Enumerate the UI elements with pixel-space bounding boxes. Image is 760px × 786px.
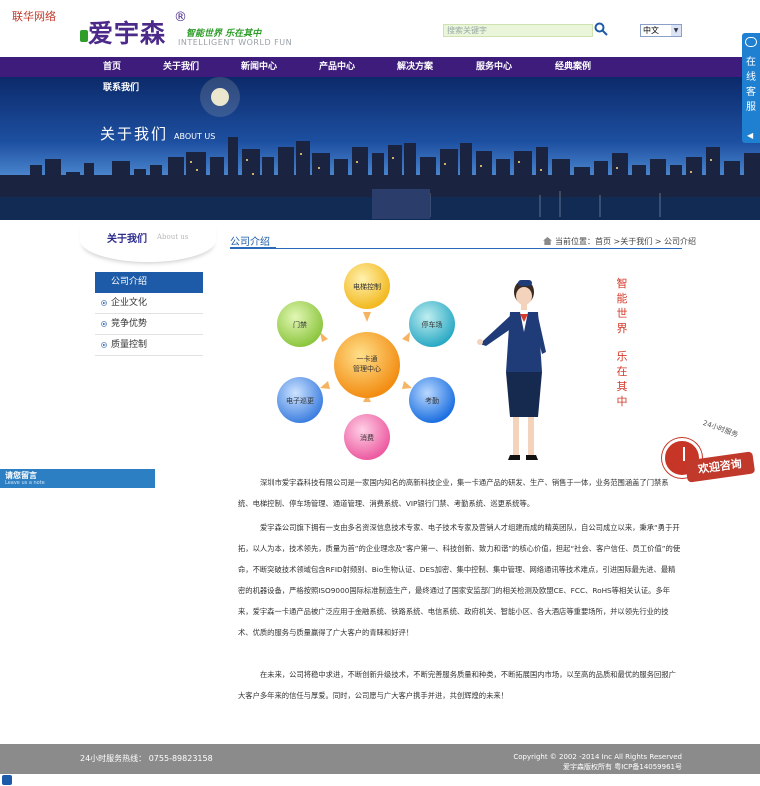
nav-item-about[interactable]: 关于我们	[157, 57, 205, 77]
logo-mark	[80, 30, 88, 42]
logo-name: 爱宇森	[88, 19, 167, 48]
chat-icon	[745, 37, 757, 47]
arrow-bullet-icon	[101, 300, 107, 306]
receptionist-image	[477, 280, 546, 460]
footer: 24小时服务热线： 0755-89823158 Copyright © 2002…	[0, 744, 760, 774]
logo[interactable]: 爱宇森 ® 智能世界 乐在其中 INTELLIGENT WORLD FUN	[80, 10, 300, 48]
nav-item-news[interactable]: 新闻中心	[235, 57, 283, 77]
center-node-label-1: 一卡通	[357, 354, 378, 363]
footer-icp[interactable]: 爱宇森版权所有 粤ICP备14059961号	[513, 762, 682, 772]
banner-subtitle: ABOUT US	[174, 132, 216, 141]
online-service-tab[interactable]: 在线客服 ◀	[742, 33, 760, 143]
content-divider	[230, 248, 682, 249]
nav-item-products[interactable]: 产品中心	[313, 57, 361, 77]
sidebar-title-en: About us	[157, 233, 189, 241]
city-skyline-image	[0, 77, 760, 220]
leave-message-button[interactable]: 请您留言 Leave us a note	[0, 469, 155, 488]
node-label: 电梯控制	[353, 282, 381, 291]
sidebar-item-label: 竞争优势	[111, 319, 148, 329]
search-icon[interactable]	[594, 22, 608, 36]
stats-icon[interactable]	[2, 775, 12, 785]
node-label: 停车场	[422, 320, 443, 329]
top-note: 联华网络	[12, 10, 56, 23]
collapse-arrow-icon[interactable]: ◀	[747, 131, 753, 140]
nav-item-service[interactable]: 服务中心	[470, 57, 518, 77]
nav-item-solutions[interactable]: 解决方案	[391, 57, 439, 77]
language-select[interactable]: 中文 ▼	[640, 24, 682, 37]
sidebar-title: 关于我们	[107, 234, 147, 245]
banner-title: 关于我们	[100, 125, 169, 143]
node-label: 门禁	[293, 320, 307, 329]
leave-message-label-en: Leave us a note	[5, 480, 45, 486]
intro-paragraph-3: 在未来，公司将稳中求进，不断创新升级技术，不断完善服务质量和种类，不断拓展国内市…	[238, 670, 676, 700]
node-label: 电子巡更	[286, 396, 314, 405]
sidebar-item-company-intro[interactable]: 公司介绍	[95, 272, 203, 293]
language-selected: 中文	[643, 26, 659, 35]
sidebar-item-label: 公司介绍	[111, 277, 148, 287]
arrow-bullet-icon	[101, 321, 107, 327]
nav-item-cases[interactable]: 经典案例	[549, 57, 597, 77]
sidebar-header	[80, 222, 216, 262]
search-input[interactable]: 搜索关键字	[443, 24, 593, 37]
intro-paragraph-1: 深圳市爱宇森科技有限公司是一家国内知名的高新科技企业，集一卡通产品的研发、生产、…	[238, 478, 669, 508]
nav-item-home[interactable]: 首页	[96, 57, 128, 77]
page: 联华网络 爱宇森 ® 智能世界 乐在其中 INTELLIGENT WORLD F…	[0, 0, 760, 786]
sidebar-item-culture[interactable]: 企业文化	[95, 293, 203, 314]
main-nav: 首页 关于我们 新闻中心 产品中心 解决方案 服务中心 经典案例	[0, 57, 760, 77]
logo-english: INTELLIGENT WORLD FUN	[178, 38, 293, 47]
intro-paragraph-2: 爱宇森公司旗下拥有一支由多名资深信息技术专家、电子技术专家及营销人才组建而成的精…	[238, 523, 681, 637]
center-node-label-2: 管理中心	[353, 364, 381, 373]
footer-copyright: Copyright © 2002 -2014 Inc All Rights Re…	[513, 753, 682, 761]
sidebar-item-label: 质量控制	[111, 340, 148, 350]
breadcrumb: 当前位置：首页 >关于我们 > 公司介绍	[543, 236, 696, 247]
sidebar-item-advantage[interactable]: 竞争优势	[95, 314, 203, 335]
nav-item-contact[interactable]: 联系我们	[103, 80, 139, 93]
sidebar-item-quality[interactable]: 质量控制	[95, 335, 203, 356]
home-icon	[543, 237, 552, 245]
one-card-system-diagram: 一卡通 管理中心 电梯控制 停车场 考勤 消费 电子巡更 门禁	[277, 263, 455, 460]
banner: 关于我们 ABOUT US	[0, 77, 760, 220]
chevron-down-icon: ▼	[671, 25, 681, 36]
consult-caption: 24小时服务	[701, 418, 740, 440]
breadcrumb-text[interactable]: 当前位置：首页 >关于我们 > 公司介绍	[555, 237, 696, 246]
content-title: 公司介绍	[230, 237, 270, 248]
footer-hotline: 24小时服务热线： 0755-89823158	[80, 754, 213, 763]
online-service-label: 在线客服	[746, 57, 756, 113]
footer-copyright-block: Copyright © 2002 -2014 Inc All Rights Re…	[513, 752, 682, 772]
logo-registered-mark: ®	[174, 10, 187, 25]
node-label: 消费	[360, 433, 374, 442]
slogan-top: 智能世界	[616, 277, 628, 335]
arrow-bullet-icon	[101, 342, 107, 348]
content-divider-accent	[230, 247, 276, 249]
sidebar-item-label: 企业文化	[111, 298, 148, 308]
slogan-bottom: 乐在其中	[616, 350, 628, 408]
sidebar-menu: 公司介绍 企业文化 竞争优势 质量控制	[95, 272, 203, 356]
node-label: 考勤	[425, 396, 439, 405]
